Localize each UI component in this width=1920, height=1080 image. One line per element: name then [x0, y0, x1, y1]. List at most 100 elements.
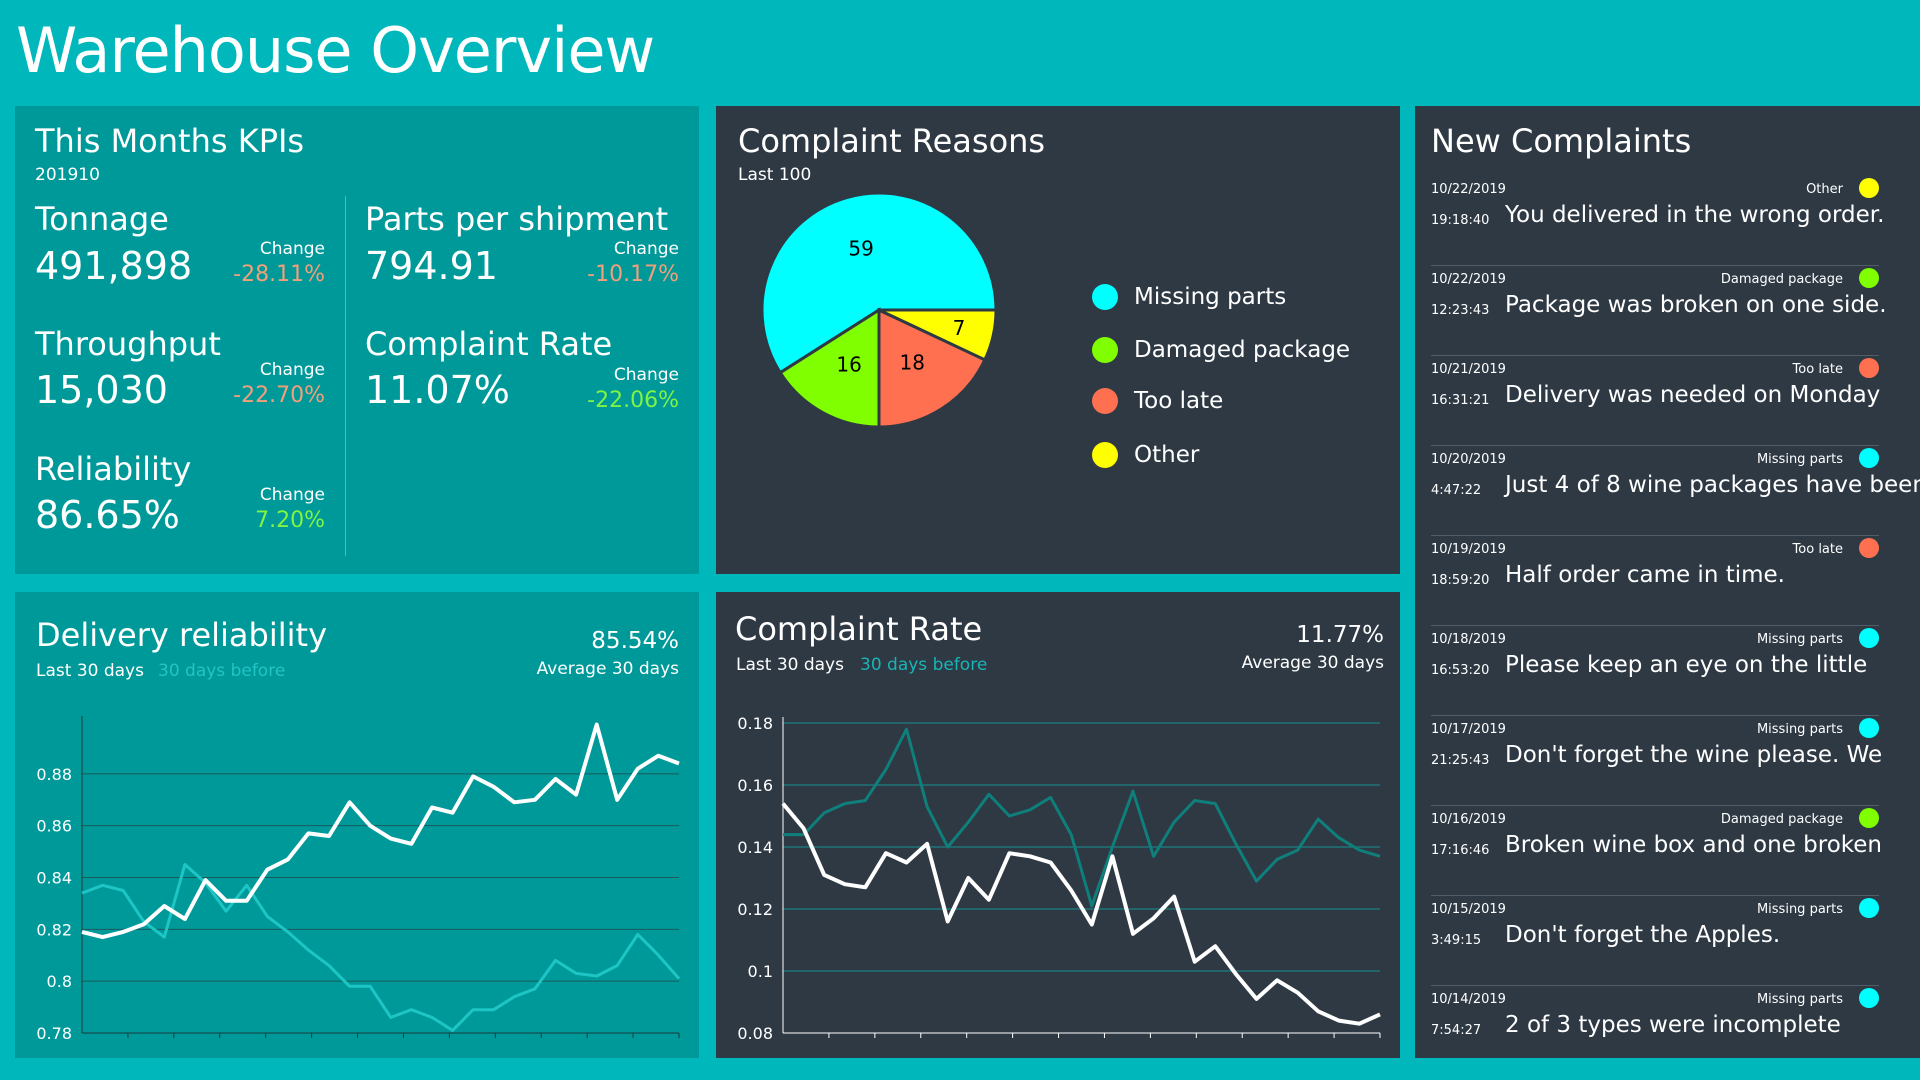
- complaint-time: 18:59:20: [1431, 573, 1490, 588]
- legend-item-other: Other: [1092, 442, 1199, 468]
- legend-item-damaged-package: Damaged package: [1092, 337, 1350, 363]
- pie-slice-label: 16: [836, 352, 861, 376]
- complaint-message: Don't forget the wine please. We: [1505, 742, 1883, 768]
- complaint-item[interactable]: 10/22/2019 Other 19:18:40 You delivered in …: [1415, 176, 1893, 266]
- category-dot-icon: [1859, 808, 1879, 828]
- y-tick-label: 0.84: [36, 869, 72, 888]
- complaint-message: Please keep an eye on the little: [1505, 652, 1868, 678]
- complaint-message: 2 of 3 types were incomplete: [1505, 1012, 1841, 1038]
- category-dot-icon: [1859, 448, 1879, 468]
- kpi-divider: [345, 196, 346, 556]
- complaint-message: Don't forget the Apples.: [1505, 922, 1781, 948]
- complaint-message: Package was broken on one side.: [1505, 292, 1887, 318]
- complaint-item[interactable]: 10/21/2019 Too late 16:31:21 Delivery was n…: [1415, 356, 1893, 446]
- y-tick-label: 0.86: [36, 817, 72, 836]
- complaint-item[interactable]: 10/22/2019 Damaged package 12:23:43 Package…: [1415, 266, 1893, 356]
- complaint-category: Missing parts: [1756, 722, 1843, 737]
- complaint-item[interactable]: 10/14/2019 Missing parts 7:54:27 2 of 3 typ…: [1415, 986, 1893, 1076]
- complaint-time: 3:49:15: [1431, 933, 1482, 948]
- complaint-category: Other: [1806, 182, 1843, 197]
- complaint-message: You delivered in the wrong order.: [1505, 202, 1885, 228]
- complaint-category: Too late: [1792, 542, 1843, 557]
- kpi-name: Complaint Rate: [365, 325, 613, 363]
- complaint-category: Too late: [1792, 362, 1843, 377]
- legend-dot-icon: [1092, 337, 1118, 363]
- complaint-message: Broken wine box and one broken: [1505, 832, 1883, 858]
- kpi-value: 11.07%: [365, 368, 510, 412]
- kpi-change-value: -22.06%: [587, 388, 679, 413]
- kpi-panel: This Months KPIs 201910 Tonnage 491,898 …: [15, 106, 699, 574]
- series-line-last-30-days: [781, 802, 1381, 1026]
- kpi-value: 86.65%: [35, 493, 180, 537]
- legend-item-missing-parts: Missing parts: [1092, 284, 1286, 310]
- y-tick-label: 0.82: [36, 920, 72, 939]
- complaint-message: Half order came in time.: [1505, 562, 1785, 588]
- complaint-date: 10/19/2019: [1431, 542, 1506, 557]
- kpi-change-label: Change: [259, 485, 325, 505]
- y-tick-label: 0.1: [748, 962, 773, 981]
- kpi-change-label: Change: [259, 239, 325, 259]
- complaint-time: 19:18:40: [1431, 213, 1490, 228]
- series-line-30-days-before: [81, 863, 681, 1032]
- complaint-date: 10/18/2019: [1431, 632, 1506, 647]
- complaint-message: Just 4 of 8 wine packages have been: [1505, 472, 1920, 498]
- complaint-category: Missing parts: [1756, 632, 1843, 647]
- complaint-date: 10/17/2019: [1431, 722, 1506, 737]
- complaint-category: Missing parts: [1756, 902, 1843, 917]
- category-dot-icon: [1859, 178, 1879, 198]
- pie-slice-label: 18: [899, 350, 924, 374]
- category-dot-icon: [1859, 628, 1879, 648]
- series-line-30-days-before: [783, 727, 1381, 908]
- legend-label: Damaged package: [1134, 337, 1351, 363]
- complaint-item[interactable]: 10/17/2019 Missing parts 21:25:43 Don't for…: [1415, 716, 1893, 806]
- kpi-name: Parts per shipment: [365, 200, 669, 238]
- complaint-date: 10/16/2019: [1431, 812, 1506, 827]
- y-tick-label: 0.8: [47, 972, 72, 991]
- y-tick-label: 0.18: [737, 714, 773, 733]
- series-line-last-30-days: [81, 722, 680, 940]
- legend-dot-icon: [1092, 442, 1118, 468]
- delivery-reliability-panel: Delivery reliability 85.54% Average 30 d…: [15, 592, 699, 1058]
- pie-slice-label: 59: [848, 237, 873, 261]
- complaint-item[interactable]: 10/20/2019 Missing parts 4:47:22 Just 4 of …: [1415, 446, 1920, 536]
- legend-label: Missing parts: [1134, 284, 1287, 310]
- complaint-time: 4:47:22: [1431, 483, 1482, 498]
- complaint-time: 16:53:20: [1431, 663, 1490, 678]
- complaint-item[interactable]: 10/19/2019 Too late 18:59:20 Half order cam…: [1415, 536, 1893, 626]
- y-tick-label: 0.78: [36, 1024, 72, 1043]
- complaint-category: Missing parts: [1756, 992, 1843, 1007]
- new-complaints-title: New Complaints: [1431, 122, 1692, 160]
- complaint-time: 21:25:43: [1431, 753, 1490, 768]
- y-tick-label: 0.88: [36, 765, 72, 784]
- kpi-name: Reliability: [35, 450, 192, 488]
- category-dot-icon: [1859, 718, 1879, 738]
- category-dot-icon: [1859, 358, 1879, 378]
- complaint-time: 17:16:46: [1431, 843, 1490, 858]
- complaint-category: Missing parts: [1756, 452, 1843, 467]
- kpi-change-value: -28.11%: [233, 262, 325, 287]
- kpi-name: Throughput: [35, 325, 221, 363]
- complaint-category: Damaged package: [1720, 812, 1843, 827]
- category-dot-icon: [1859, 988, 1879, 1008]
- complaint-date: 10/20/2019: [1431, 452, 1506, 467]
- kpi-change-value: 7.20%: [255, 508, 325, 533]
- complaint-item[interactable]: 10/16/2019 Damaged package 17:16:46 Broken …: [1415, 806, 1893, 896]
- complaint-date: 10/14/2019: [1431, 992, 1506, 1007]
- complaint-message: Delivery was needed on Monday: [1505, 382, 1881, 408]
- complaint-reasons-panel: Complaint Reasons Last 100 59 16 18 7 Missi…: [716, 106, 1400, 574]
- page-title: Warehouse Overview: [16, 14, 655, 87]
- complaint-item[interactable]: 10/15/2019 Missing parts 3:49:15 Don't forg…: [1415, 896, 1893, 986]
- complaint-date: 10/22/2019: [1431, 182, 1506, 197]
- complaint-date: 10/22/2019: [1431, 272, 1506, 287]
- complaint-item[interactable]: 10/18/2019 Missing parts 16:53:20 Please ke…: [1415, 626, 1893, 716]
- kpi-period: 201910: [35, 165, 100, 185]
- kpi-value: 794.91: [365, 244, 498, 288]
- kpi-panel-title: This Months KPIs: [35, 122, 305, 160]
- legend-label: Other: [1134, 442, 1200, 468]
- complaint-time: 16:31:21: [1431, 393, 1490, 408]
- complaint-date: 10/15/2019: [1431, 902, 1506, 917]
- kpi-change-label: Change: [613, 239, 679, 259]
- new-complaints-panel: New Complaints 10/22/2019 Other 19:18:40 Yo…: [1415, 106, 1920, 1058]
- kpi-change-label: Change: [613, 365, 679, 385]
- y-tick-label: 0.12: [737, 900, 773, 919]
